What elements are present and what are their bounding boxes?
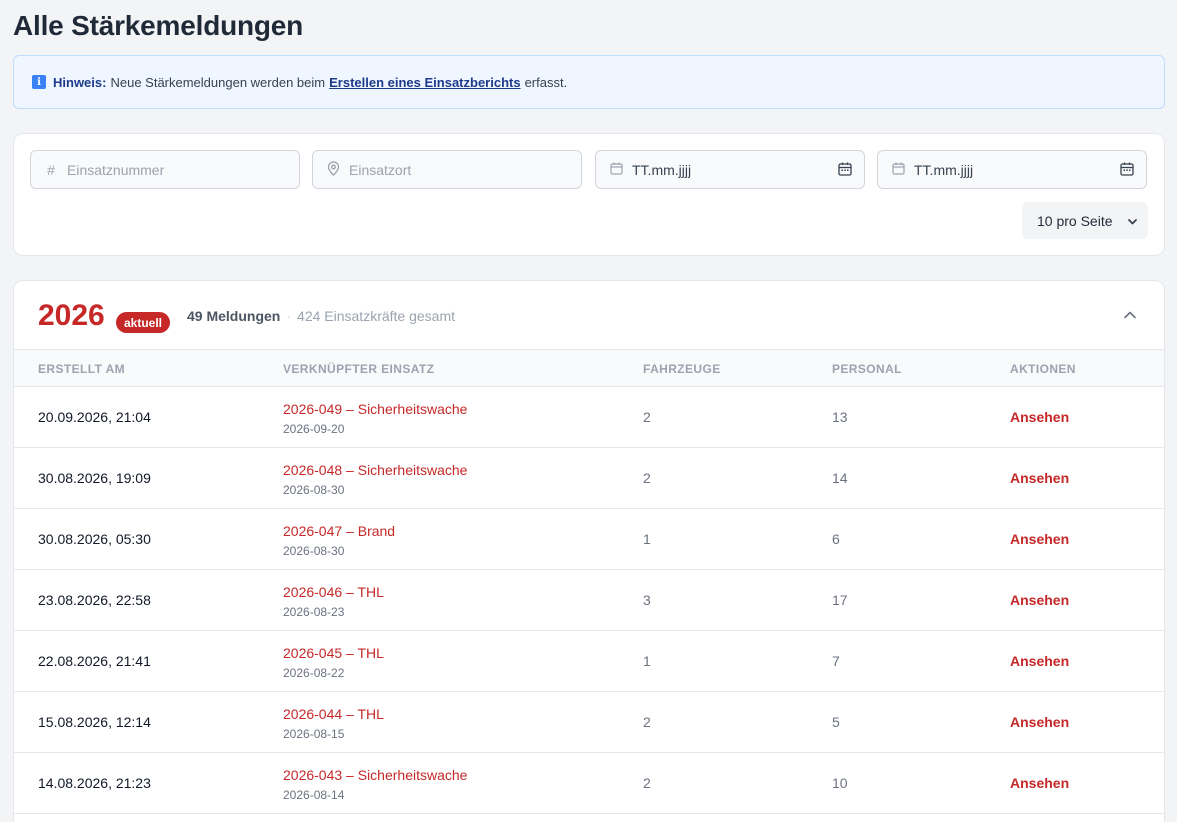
view-button[interactable]: Ansehen	[1010, 531, 1069, 547]
calendar-icon	[608, 162, 624, 178]
table-row: 14.08.2026, 21:23 2026-043 – Sicherheits…	[14, 753, 1164, 814]
linked-operation: 2026-048 – Sicherheitswache 2026-08-30	[283, 462, 467, 497]
view-button[interactable]: Ansehen	[1010, 775, 1069, 791]
vehicles-count: 2	[643, 409, 651, 425]
current-badge: aktuell	[116, 312, 171, 333]
personnel-count: 13	[832, 409, 848, 425]
column-header[interactable]: FAHRZEUGE	[643, 362, 721, 376]
operation-link[interactable]: 2026-044 – THL	[283, 706, 384, 722]
operation-link[interactable]: 2026-049 – Sicherheitswache	[283, 401, 467, 417]
view-button[interactable]: Ansehen	[1010, 470, 1069, 486]
operation-date: 2026-08-22	[283, 666, 345, 680]
date-picker-icon[interactable]	[838, 162, 852, 179]
operation-link[interactable]: 2026-045 – THL	[283, 645, 384, 661]
column-header[interactable]: ERSTELLT AM	[38, 362, 125, 376]
personnel-count: 5	[832, 714, 840, 730]
vehicles-count: 1	[643, 531, 651, 547]
filter-panel: # Einsatznummer Einsatzort TT.mm.jjjj TT…	[13, 133, 1165, 256]
notice-text-after: erfasst.	[524, 74, 568, 90]
operation-date: 2026-08-15	[283, 727, 345, 741]
date-from-value: TT.mm.jjjj	[632, 161, 692, 178]
separator-dot: ·	[286, 308, 292, 324]
notice-label: Hinweis:	[53, 74, 107, 90]
created-at: 23.08.2026, 22:58	[38, 592, 151, 608]
created-at: 30.08.2026, 05:30	[38, 531, 151, 547]
column-header[interactable]: VERKNÜPFTER EINSATZ	[283, 362, 434, 376]
table-row: 20.09.2026, 21:04 2026-049 – Sicherheits…	[14, 387, 1164, 448]
personnel-count: 10	[832, 775, 848, 791]
linked-operation: 2026-043 – Sicherheitswache 2026-08-14	[283, 767, 467, 802]
date-picker-icon[interactable]	[1120, 162, 1134, 179]
created-at: 14.08.2026, 21:23	[38, 775, 151, 791]
chevron-down-icon	[1127, 214, 1138, 230]
operation-link[interactable]: 2026-043 – Sicherheitswache	[283, 767, 467, 783]
location-input[interactable]: Einsatzort	[312, 150, 582, 189]
linked-operation: 2026-047 – Brand 2026-08-30	[283, 523, 395, 558]
notice-text-before: Neue Stärkemeldungen werden beim	[110, 74, 326, 90]
per-page-value: 10 pro Seite	[1037, 212, 1113, 229]
view-button[interactable]: Ansehen	[1010, 653, 1069, 669]
date-to-value: TT.mm.jjjj	[914, 161, 974, 178]
operation-date: 2026-08-23	[283, 605, 345, 619]
personnel-count: 17	[832, 592, 848, 608]
linked-operation: 2026-046 – THL 2026-08-23	[283, 584, 384, 619]
table-row: 15.08.2026, 12:14 2026-044 – THL 2026-08…	[14, 692, 1164, 753]
reports-count: 49 Meldungen	[187, 308, 281, 324]
operation-number-placeholder: Einsatznummer	[67, 161, 165, 178]
created-at: 20.09.2026, 21:04	[38, 409, 151, 425]
linked-operation: 2026-045 – THL 2026-08-22	[283, 645, 384, 680]
operation-link[interactable]: 2026-046 – THL	[283, 584, 384, 600]
year-summary: 49 Meldungen · 424 Einsatzkräfte gesamt	[187, 308, 455, 324]
created-at: 15.08.2026, 12:14	[38, 714, 151, 730]
calendar-icon	[890, 162, 906, 178]
total-personnel: 424 Einsatzkräfte gesamt	[297, 308, 456, 324]
table-header: ERSTELLT AM VERKNÜPFTER EINSATZ FAHRZEUG…	[14, 350, 1164, 387]
vehicles-count: 3	[643, 592, 651, 608]
table-row: 23.08.2026, 22:58 2026-046 – THL 2026-08…	[14, 570, 1164, 631]
map-pin-icon	[325, 160, 341, 179]
operation-date: 2026-09-20	[283, 422, 345, 436]
operation-number-input[interactable]: # Einsatznummer	[30, 150, 300, 189]
vehicles-count: 2	[643, 775, 651, 791]
vehicles-count: 2	[643, 714, 651, 730]
info-icon: i	[32, 75, 46, 89]
vehicles-count: 1	[643, 653, 651, 669]
vehicles-count: 2	[643, 470, 651, 486]
table-row: 30.08.2026, 05:30 2026-047 – Brand 2026-…	[14, 509, 1164, 570]
personnel-count: 14	[832, 470, 848, 486]
table-row: 22.08.2026, 21:41 2026-045 – THL 2026-08…	[14, 631, 1164, 692]
operation-date: 2026-08-14	[283, 788, 345, 802]
operation-link[interactable]: 2026-048 – Sicherheitswache	[283, 462, 467, 478]
year-label: 2026	[38, 299, 105, 332]
created-at: 30.08.2026, 19:09	[38, 470, 151, 486]
linked-operation: 2026-044 – THL 2026-08-15	[283, 706, 384, 741]
linked-operation: 2026-049 – Sicherheitswache 2026-09-20	[283, 401, 467, 436]
year-group-header[interactable]: 2026 aktuell 49 Meldungen · 424 Einsatzkrä…	[14, 281, 1164, 350]
column-header[interactable]: PERSONAL	[832, 362, 902, 376]
date-from-input[interactable]: TT.mm.jjjj	[595, 150, 865, 189]
view-button[interactable]: Ansehen	[1010, 714, 1069, 730]
operation-link[interactable]: 2026-047 – Brand	[283, 523, 395, 539]
create-report-link[interactable]: Erstellen eines Einsatzberichts	[329, 75, 520, 90]
date-to-input[interactable]: TT.mm.jjjj	[877, 150, 1147, 189]
column-header[interactable]: AKTIONEN	[1010, 362, 1076, 376]
personnel-count: 6	[832, 531, 840, 547]
table-row: 30.08.2026, 19:09 2026-048 – Sicherheits…	[14, 448, 1164, 509]
view-button[interactable]: Ansehen	[1010, 592, 1069, 608]
year-group-card: 2026 aktuell 49 Meldungen · 424 Einsatzkrä…	[13, 280, 1165, 822]
chevron-up-icon[interactable]	[1122, 307, 1138, 328]
location-placeholder: Einsatzort	[349, 161, 412, 178]
operation-date: 2026-08-30	[283, 483, 345, 497]
view-button[interactable]: Ansehen	[1010, 409, 1069, 425]
operation-date: 2026-08-30	[283, 544, 345, 558]
per-page-select[interactable]: 10 pro Seite	[1022, 202, 1148, 239]
personnel-count: 7	[832, 653, 840, 669]
created-at: 22.08.2026, 21:41	[38, 653, 151, 669]
hash-icon: #	[47, 161, 55, 178]
page-title: Alle Stärkemeldungen	[13, 10, 304, 41]
info-notice: i Hinweis: Neue Stärkemeldungen werden b…	[13, 55, 1165, 109]
